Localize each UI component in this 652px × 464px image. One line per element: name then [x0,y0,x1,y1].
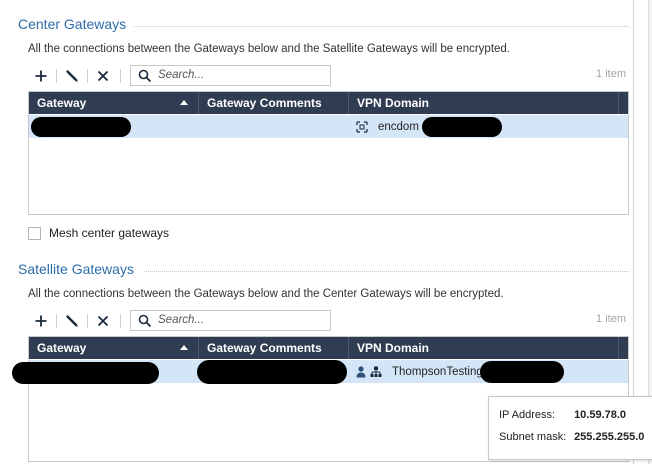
section-rule [144,271,629,272]
mesh-center-gateways-checkbox[interactable]: Mesh center gateways [28,225,169,241]
search-icon [138,69,152,83]
toolbar-separator [120,314,121,328]
section-description: All the connections between the Gateways… [28,43,511,55]
network-tooltip: IP Address: 10.59.78.0 Subnet mask: 255.… [488,396,652,460]
redacted-vpn-domain [480,361,564,383]
table-row[interactable]: encdom [29,115,628,138]
window-edge [648,0,652,464]
redacted-vpn-domain [422,117,502,137]
column-header-gateway[interactable]: Gateway [29,92,199,114]
vpn-domain-label: encdom [378,120,419,133]
toolbar-separator [87,69,88,83]
subnet-mask-label: Subnet mask: [499,431,567,443]
user-icon [356,365,366,378]
search-field[interactable] [130,310,331,331]
remove-button[interactable] [92,65,114,87]
plus-icon [35,70,47,82]
redacted-gateway-name [31,117,131,137]
search-icon [138,314,152,328]
subnet-mask-value: 255.255.255.0 [574,431,645,443]
item-count: 1 item [596,313,626,325]
x-icon [97,315,109,327]
remove-button[interactable] [92,310,114,332]
ip-address-value: 10.59.78.0 [574,409,627,421]
checkbox-label: Mesh center gateways [49,226,170,240]
section-title: Satellite Gateways [18,261,134,277]
sort-ascending-icon [180,345,188,350]
pencil-icon [66,70,78,82]
section-title: Center Gateways [18,16,127,32]
redacted-gateway-name [12,362,159,384]
network-icon [370,366,382,378]
section-rule [134,26,629,27]
toolbar-separator [87,314,88,328]
vpn-domain-cell: encdom [356,115,419,138]
x-icon [97,70,109,82]
subnet-mask-row: Subnet mask: 255.255.255.0 [499,431,644,443]
edit-button[interactable] [61,310,83,332]
item-count: 1 item [596,68,626,80]
panel-divider [633,0,634,464]
sort-ascending-icon [180,100,188,105]
add-button[interactable] [30,310,52,332]
section-description: All the connections between the Gateways… [28,288,504,300]
plus-icon [35,315,47,327]
ip-address-row: IP Address: 10.59.78.0 [499,409,626,421]
vpn-domain-label: ThompsonTesting [392,365,483,378]
add-button[interactable] [30,65,52,87]
table-header: Gateway Gateway Comments VPN Domain [29,92,628,114]
table-header: Gateway Gateway Comments VPN Domain [29,337,628,359]
satellite-toolbar: 1 item [28,309,628,333]
edit-button[interactable] [61,65,83,87]
column-header-comments[interactable]: Gateway Comments [199,337,349,359]
vpn-domain-cell: ThompsonTesting [356,360,483,383]
search-field[interactable] [130,65,331,86]
pencil-icon [66,315,78,327]
group-network-icon [356,120,368,133]
toolbar-separator [120,69,121,83]
toolbar-separator [56,314,57,328]
checkbox[interactable] [28,226,41,240]
center-gateways-table: Gateway Gateway Comments VPN Domain encd… [28,91,629,215]
toolbar-separator [56,69,57,83]
column-header-gateway[interactable]: Gateway [29,337,199,359]
center-toolbar: 1 item [28,64,628,88]
column-header-comments[interactable]: Gateway Comments [199,92,349,114]
ip-address-label: IP Address: [499,409,556,421]
search-input[interactable] [158,312,324,328]
table-row[interactable]: ThompsonTesting [12,360,628,384]
search-input[interactable] [158,67,324,83]
redacted-gateway-comments [197,360,347,384]
column-header-vpn-domain[interactable]: VPN Domain [349,337,619,359]
column-header-vpn-domain[interactable]: VPN Domain [349,92,619,114]
